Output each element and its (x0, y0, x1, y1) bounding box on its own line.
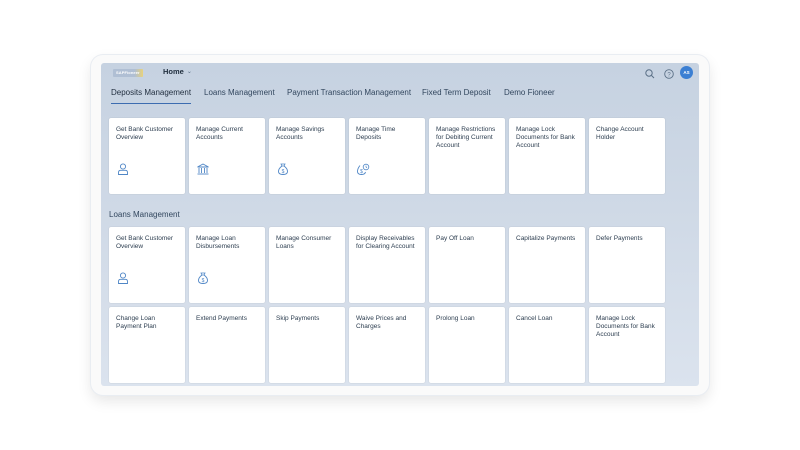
tile-title: Skip Payments (276, 315, 320, 322)
company-logo[interactable]: SAPFioneer (113, 69, 143, 77)
person-icon (116, 162, 130, 176)
tile-title: Manage Restrictions for Debiting Current… (436, 126, 496, 149)
tile-extend-payments[interactable]: Extend Payments (189, 307, 265, 383)
svg-text:$: $ (202, 278, 205, 284)
money-bag-clock-icon: $ (356, 162, 370, 176)
section-title-loans-management: Loans Management (109, 210, 180, 219)
tab-demo-fioneer[interactable]: Demo Fioneer (504, 87, 555, 103)
bank-icon (196, 162, 210, 176)
home-menu-button[interactable]: Home ⌄ (163, 67, 192, 76)
tile-get-bank-customer-overview[interactable]: Get Bank Customer Overview (109, 118, 185, 194)
tile-title: Pay Off Loan (436, 235, 474, 242)
tile-manage-savings-accounts[interactable]: Manage Savings Accounts $ (269, 118, 345, 194)
person-icon (116, 271, 130, 285)
tile-title: Manage Current Accounts (196, 126, 243, 141)
tile-title: Defer Payments (596, 235, 643, 242)
tile-cancel-loan[interactable]: Cancel Loan (509, 307, 585, 383)
chevron-down-icon: ⌄ (186, 69, 192, 75)
home-label: Home (163, 67, 184, 76)
tile-defer-payments[interactable]: Defer Payments (589, 227, 665, 303)
tile-title: Prolong Loan (436, 315, 475, 322)
user-avatar[interactable]: AS (680, 66, 693, 79)
tile-title: Waive Prices and Charges (356, 315, 407, 330)
tile-title: Get Bank Customer Overview (116, 126, 174, 141)
tile-title: Cancel Loan (516, 315, 553, 322)
tile-title: Capitalize Payments (516, 235, 576, 242)
tile-title: Get Bank Customer Overview (116, 235, 174, 250)
tile-title: Manage Savings Accounts (276, 126, 325, 141)
tab-payment-transaction-management[interactable]: Payment Transaction Management (287, 87, 411, 103)
tile-title: Display Receivables for Clearing Account (356, 235, 415, 250)
tab-loans-management[interactable]: Loans Management (204, 87, 275, 103)
launchpad-screen: SAPFioneer Home ⌄ ? AS Deposits Managemen… (101, 63, 699, 386)
help-icon[interactable]: ? (663, 67, 675, 79)
tile-title: Extend Payments (196, 315, 247, 322)
tile-capitalize-payments[interactable]: Capitalize Payments (509, 227, 585, 303)
tile-title: Manage Time Deposits (356, 126, 396, 141)
svg-text:$: $ (282, 169, 285, 175)
tile-display-receivables-for-clearing-account[interactable]: Display Receivables for Clearing Account (349, 227, 425, 303)
tile-title: Manage Consumer Loans (276, 235, 332, 250)
tile-title: Change Account Holder (596, 126, 644, 141)
tile-change-account-holder[interactable]: Change Account Holder (589, 118, 665, 194)
tile-waive-prices-and-charges[interactable]: Waive Prices and Charges (349, 307, 425, 383)
tile-prolong-loan[interactable]: Prolong Loan (429, 307, 505, 383)
shell-bar: SAPFioneer Home ⌄ ? AS (101, 63, 699, 83)
svg-text:$: $ (360, 169, 363, 175)
tile-manage-lock-documents-for-bank-account-loans[interactable]: Manage Lock Documents for Bank Account (589, 307, 665, 383)
tile-manage-current-accounts[interactable]: Manage Current Accounts (189, 118, 265, 194)
tab-fixed-term-deposit[interactable]: Fixed Term Deposit (422, 87, 491, 103)
tile-get-bank-customer-overview-loans[interactable]: Get Bank Customer Overview (109, 227, 185, 303)
money-bag-icon: $ (276, 162, 290, 176)
tile-manage-time-deposits[interactable]: Manage Time Deposits $ (349, 118, 425, 194)
tile-title: Manage Lock Documents for Bank Account (596, 315, 655, 338)
money-bag-icon: $ (196, 271, 210, 285)
tile-change-loan-payment-plan[interactable]: Change Loan Payment Plan (109, 307, 185, 383)
tile-manage-consumer-loans[interactable]: Manage Consumer Loans (269, 227, 345, 303)
tile-manage-loan-disbursements[interactable]: Manage Loan Disbursements $ (189, 227, 265, 303)
tab-deposits-management[interactable]: Deposits Management (111, 87, 192, 104)
tile-title: Change Loan Payment Plan (116, 315, 157, 330)
tile-title: Manage Loan Disbursements (196, 235, 240, 250)
tile-title: Manage Lock Documents for Bank Account (516, 126, 575, 149)
tile-manage-restrictions-for-debiting-current-account[interactable]: Manage Restrictions for Debiting Current… (429, 118, 505, 194)
tile-skip-payments[interactable]: Skip Payments (269, 307, 345, 383)
search-icon[interactable] (644, 67, 656, 79)
tile-pay-off-loan[interactable]: Pay Off Loan (429, 227, 505, 303)
svg-text:?: ? (667, 72, 671, 78)
tile-manage-lock-documents-for-bank-account[interactable]: Manage Lock Documents for Bank Account (509, 118, 585, 194)
